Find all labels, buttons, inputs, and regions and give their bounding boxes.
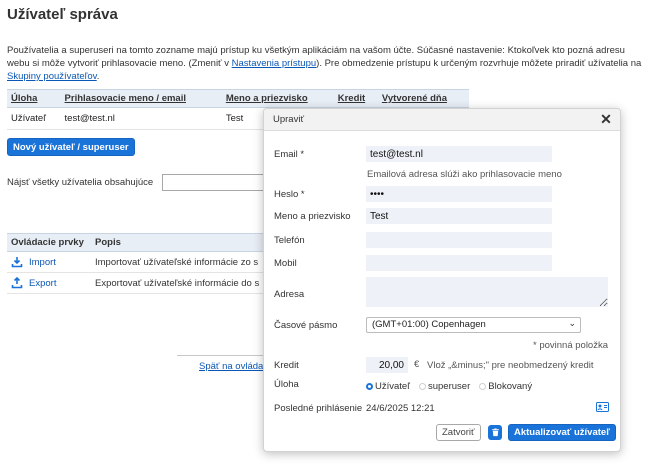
intro-text-part2: ). Pre obmedzenie prístupu k určeným roz… — [316, 58, 642, 69]
import-icon — [11, 257, 23, 268]
role-radio-group: Užívateľ superuser Blokovaný — [366, 381, 532, 392]
import-link[interactable]: Import — [11, 256, 87, 268]
dialog-title: Upraviť — [273, 114, 305, 125]
back-link[interactable]: Späť na ovláda — [199, 361, 263, 372]
credit-label: Kredit — [274, 360, 299, 371]
table-row: Export Exportovať užívateľské informácie… — [7, 272, 269, 294]
last-login-label: Posledné prihlásenie — [274, 403, 363, 414]
role-option-user-label: Užívateľ — [375, 381, 410, 392]
close-icon[interactable]: ✕ — [598, 111, 614, 127]
dialog-header: Upraviť ✕ — [264, 109, 620, 131]
column-header-description: Popis — [91, 233, 269, 252]
export-label: Export — [29, 277, 57, 289]
required-note: * povinná položka — [533, 340, 608, 351]
user-groups-link[interactable]: Skupiny používateľov — [7, 71, 97, 82]
search-label: Nájsť všetky užívatelia obsahujúce — [7, 177, 154, 188]
page-title: Užívateľ správa — [7, 6, 118, 23]
intro-text: Používatelia a superuseri na tomto zozna… — [7, 44, 649, 83]
address-field[interactable] — [366, 277, 608, 307]
mobile-label: Mobil — [274, 258, 297, 269]
search-input[interactable] — [162, 174, 272, 191]
export-cell: Export — [7, 272, 91, 294]
credit-unit: € — [414, 359, 420, 370]
role-option-superuser-label: superuser — [427, 381, 471, 392]
export-description: Exportovať užívateľské informácie do s — [91, 272, 269, 294]
last-login-value: 24/6/2025 12:21 — [366, 403, 435, 414]
cell-role: Užívateľ — [7, 107, 61, 130]
email-hint: Emailová adresa slúži ako prihlasovacie … — [367, 169, 562, 180]
name-field[interactable] — [366, 208, 552, 224]
update-user-button[interactable]: Aktualizovať užívateľ — [508, 424, 616, 441]
role-option-blocked-label: Blokovaný — [488, 381, 533, 392]
credit-field[interactable] — [366, 357, 408, 373]
radio-icon — [418, 383, 426, 390]
trash-icon — [491, 428, 499, 437]
intro-text-part3: . — [96, 71, 100, 82]
divider — [177, 355, 267, 356]
column-header-credit[interactable]: Kredit — [333, 89, 378, 108]
radio-icon — [479, 383, 487, 390]
table-row: Import Importovať užívateľské informácie… — [7, 251, 269, 273]
address-label: Adresa — [274, 289, 305, 300]
radio-checked-icon — [366, 383, 373, 390]
new-user-button[interactable]: Nový užívateľ / superuser — [7, 138, 135, 156]
timezone-label: Časové pásmo — [274, 320, 338, 331]
email-label: Email * — [274, 149, 305, 160]
password-label: Heslo * — [274, 189, 305, 200]
mobile-field[interactable] — [366, 255, 552, 271]
access-settings-link[interactable]: Nastavenia prístupu — [232, 58, 317, 69]
close-button[interactable]: Zatvoriť — [436, 424, 481, 441]
role-option-superuser[interactable]: superuser — [418, 381, 471, 392]
import-label: Import — [29, 256, 56, 268]
email-field[interactable] — [366, 146, 552, 162]
timezone-value: (GMT+01:00) Copenhagen — [372, 319, 486, 330]
timezone-select[interactable]: (GMT+01:00) Copenhagen ⌄ — [366, 317, 581, 333]
tools-table: Ovládacie prvky Popis Import Importovať … — [7, 233, 269, 294]
password-field[interactable] — [366, 186, 552, 202]
cell-login: test@test.nl — [60, 107, 222, 130]
phone-field[interactable] — [366, 232, 552, 248]
column-header-name[interactable]: Meno a priezvisko — [221, 89, 334, 108]
column-header-login[interactable]: Prihlasovacie meno / email — [60, 89, 222, 108]
edit-user-dialog: Upraviť ✕ Email * Emailová adresa slúži … — [263, 108, 621, 452]
credit-hint: Vlož „&minus;" pre neobmedzený kredit — [427, 360, 594, 371]
import-cell: Import — [7, 251, 91, 273]
import-description: Importovať užívateľské informácie zo s — [91, 251, 269, 273]
contact-card-icon[interactable] — [596, 402, 609, 412]
column-header-controls: Ovládacie prvky — [7, 233, 91, 252]
export-link[interactable]: Export — [11, 277, 87, 289]
role-option-blocked[interactable]: Blokovaný — [479, 381, 532, 392]
role-label: Úloha — [274, 379, 299, 390]
export-icon — [11, 277, 23, 289]
phone-label: Telefón — [274, 235, 305, 246]
column-header-created[interactable]: Vytvorené dňa — [377, 89, 469, 108]
chevron-down-icon: ⌄ — [568, 318, 576, 328]
delete-button[interactable] — [488, 425, 502, 440]
name-label: Meno a priezvisko — [274, 211, 351, 222]
column-header-role[interactable]: Úloha — [7, 89, 61, 108]
role-option-user[interactable]: Užívateľ — [366, 381, 410, 392]
